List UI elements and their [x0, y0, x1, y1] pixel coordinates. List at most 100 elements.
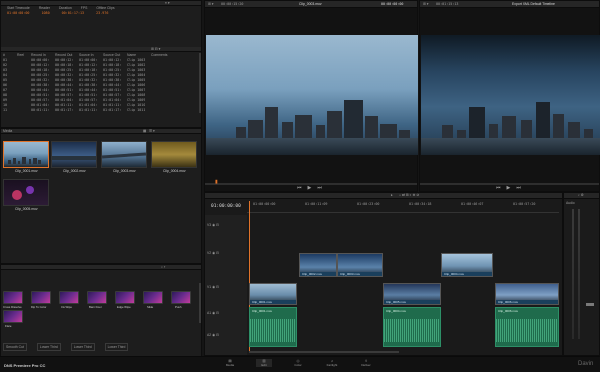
- list-view-icon[interactable]: ☰ ▾: [149, 129, 155, 133]
- media-clip-name: Clip_0002.mov: [63, 169, 86, 173]
- effect-preset[interactable]: [115, 291, 135, 304]
- table-cell: [17, 108, 25, 112]
- table-toolbar: ⊞ ⊟ ▾: [1, 47, 201, 52]
- audio-clip[interactable]: Clip_0006.mov: [495, 307, 559, 347]
- video-clip[interactable]: Clip_0005.mov: [383, 283, 441, 305]
- timeline-ruler[interactable]: 01:00:00:00 01:00:11:09 01:00:23:00 01:0…: [247, 201, 559, 213]
- media-clip-name: Clip_0001.mov: [15, 169, 38, 173]
- panel-menu-icon[interactable]: ≡ ▾: [165, 1, 170, 5]
- table-row[interactable]: 05 00:00:32:10 00:00:38:02 01:00:32:10 01:00…: [3, 78, 199, 82]
- video-clip[interactable]: Clip_0001.mov: [249, 283, 297, 305]
- playhead-marker[interactable]: ▮: [215, 179, 218, 185]
- clip-table: # Reel Record In Record Out Source In Source …: [3, 53, 199, 112]
- page-tab-color[interactable]: ◎ Color: [290, 359, 306, 367]
- table-row[interactable]: 02 00:00:12:00 00:00:18:13 01:00:12:00 01:00…: [3, 63, 199, 67]
- track-a1[interactable]: A1 ◉ ⊟: [207, 311, 219, 315]
- page-tab-media[interactable]: ▤ Media: [222, 359, 238, 367]
- video-clip[interactable]: Clip_0006.mov: [495, 283, 559, 305]
- table-row[interactable]: 11 00:01:11:02 00:01:17:13 01:01:11:02 01:01…: [3, 108, 199, 112]
- volume-fader[interactable]: [586, 303, 594, 306]
- effect-preset[interactable]: [87, 291, 107, 304]
- track-v2[interactable]: V2 ◉ ⊟: [207, 251, 219, 255]
- effect-preset[interactable]: [3, 291, 23, 304]
- title-preset[interactable]: Lower Third: [70, 343, 95, 351]
- table-cell: 01:01:11:02: [103, 103, 121, 107]
- audio-clip[interactable]: Clip_0001.mov: [249, 307, 297, 347]
- effects-header: ⌕ ▾: [1, 265, 201, 270]
- media-thumb[interactable]: [151, 141, 197, 168]
- effects-scrollbar[interactable]: [199, 283, 201, 323]
- effect-preset[interactable]: [3, 310, 23, 323]
- title-preset[interactable]: Smooth Cut: [3, 343, 27, 351]
- column-header[interactable]: Record Out: [55, 53, 73, 57]
- effect-preset[interactable]: [143, 291, 163, 304]
- table-row[interactable]: 08 00:00:51:08 00:00:57:20 01:00:51:08 01:00…: [3, 93, 199, 97]
- track-a2[interactable]: A2 ◉ ⊟: [207, 333, 219, 337]
- table-row[interactable]: 03 00:00:18:13 00:00:25:04 01:00:18:13 01:00…: [3, 68, 199, 72]
- table-cell: [17, 93, 25, 97]
- effect-preset[interactable]: [59, 291, 79, 304]
- column-header[interactable]: Name: [127, 53, 145, 57]
- track-v1[interactable]: V1 ◉ ⊟: [207, 285, 219, 289]
- page-tab-deliver[interactable]: ⇪ Deliver: [358, 359, 374, 367]
- table-scrollbar[interactable]: [199, 53, 201, 113]
- forward-icon[interactable]: ⏭: [516, 185, 521, 191]
- rewind-icon[interactable]: ⏮: [297, 185, 302, 191]
- table-row[interactable]: 01 00:00:00:00 00:00:12:00 01:00:00:00 01:00…: [3, 58, 199, 62]
- select-tool-icon[interactable]: ▸: [391, 193, 393, 197]
- table-cell: 01:00:44:19: [79, 88, 97, 92]
- column-header[interactable]: Reel: [17, 53, 25, 57]
- column-header[interactable]: Record In: [31, 53, 49, 57]
- viewer-menu-icon[interactable]: ⊞ ▾: [423, 2, 429, 6]
- source-frame[interactable]: [206, 35, 418, 155]
- effect-preset[interactable]: [31, 291, 51, 304]
- table-cell: Clip 1003: [127, 68, 145, 72]
- video-clip[interactable]: Clip_0002.mov: [299, 253, 337, 277]
- media-thumb[interactable]: [51, 141, 97, 168]
- track-v3[interactable]: V3 ◉ ⊟: [207, 223, 219, 227]
- audio-clip[interactable]: Clip_0004.mov: [383, 307, 441, 347]
- effects-search-icon[interactable]: ⌕ ▾: [161, 265, 165, 269]
- meta-value: 1080: [41, 11, 50, 15]
- table-row[interactable]: 07 00:00:44:19 00:00:51:08 01:00:44:19 01:00…: [3, 88, 199, 92]
- table-cell: 00:01:11:02: [55, 103, 73, 107]
- title-preset[interactable]: Lower Third: [36, 343, 61, 351]
- table-row[interactable]: 09 00:00:57:20 00:01:04:11 01:00:57:20 01:01…: [3, 98, 199, 102]
- column-header[interactable]: Source Out: [103, 53, 121, 57]
- column-header[interactable]: Source In: [79, 53, 97, 57]
- play-icon[interactable]: ▶: [308, 185, 312, 191]
- media-thumb[interactable]: [3, 179, 49, 206]
- page-tab-fairlight[interactable]: ♫ Fairlight: [324, 359, 340, 367]
- edit-tools-icon[interactable]: ⌂ ⇄ ⊞ ◐ ⊕ ⊘: [399, 193, 419, 197]
- media-thumb[interactable]: [3, 141, 49, 168]
- effect-preset[interactable]: [171, 291, 191, 304]
- table-cell: 11: [3, 108, 8, 112]
- record-frame[interactable]: [421, 35, 600, 155]
- table-cell: 00:00:44:19: [31, 88, 49, 92]
- column-header[interactable]: #: [3, 53, 11, 57]
- mixer-icon[interactable]: ♪ ⚙: [578, 193, 584, 197]
- table-row[interactable]: 10 00:01:04:11 00:01:11:02 01:01:04:11 01:01…: [3, 103, 199, 107]
- table-row[interactable]: 06 00:00:38:02 00:00:44:19 01:00:38:02 01:00…: [3, 83, 199, 87]
- table-row[interactable]: 04 00:00:25:04 00:00:32:10 01:00:25:04 01:00…: [3, 73, 199, 77]
- table-options-icon[interactable]: ⊞ ⊟ ▾: [151, 47, 160, 51]
- column-header[interactable]: Comments: [151, 53, 169, 57]
- viewer-menu-icon[interactable]: ⊞ ▾: [208, 2, 214, 6]
- rewind-icon[interactable]: ⏮: [496, 185, 501, 191]
- media-thumb[interactable]: [101, 141, 147, 168]
- video-clip[interactable]: Clip_0004.mov: [441, 253, 493, 277]
- table-cell: Clip 1004: [127, 73, 145, 77]
- view-toggle-icon[interactable]: ▦: [143, 129, 146, 133]
- media-pool-header: Media ▦ ☰ ▾: [1, 129, 201, 134]
- timeline-scrollbar[interactable]: [249, 351, 399, 353]
- timeline-toolbar: ▸ ⌂ ⇄ ⊞ ◐ ⊕ ⊘: [205, 193, 562, 199]
- title-preset[interactable]: Lower Third: [104, 343, 129, 351]
- page-tab-edit[interactable]: ▥ Edit: [256, 359, 272, 367]
- meta-value: 01:00:00:00: [7, 11, 30, 15]
- video-clip[interactable]: Clip_0003.mov: [337, 253, 383, 277]
- forward-icon[interactable]: ⏭: [317, 185, 322, 191]
- play-icon[interactable]: ▶: [507, 185, 511, 191]
- effect-label: Flare: [5, 324, 12, 328]
- table-cell: 01:00:25:04: [79, 73, 97, 77]
- effect-label: Push: [175, 305, 182, 309]
